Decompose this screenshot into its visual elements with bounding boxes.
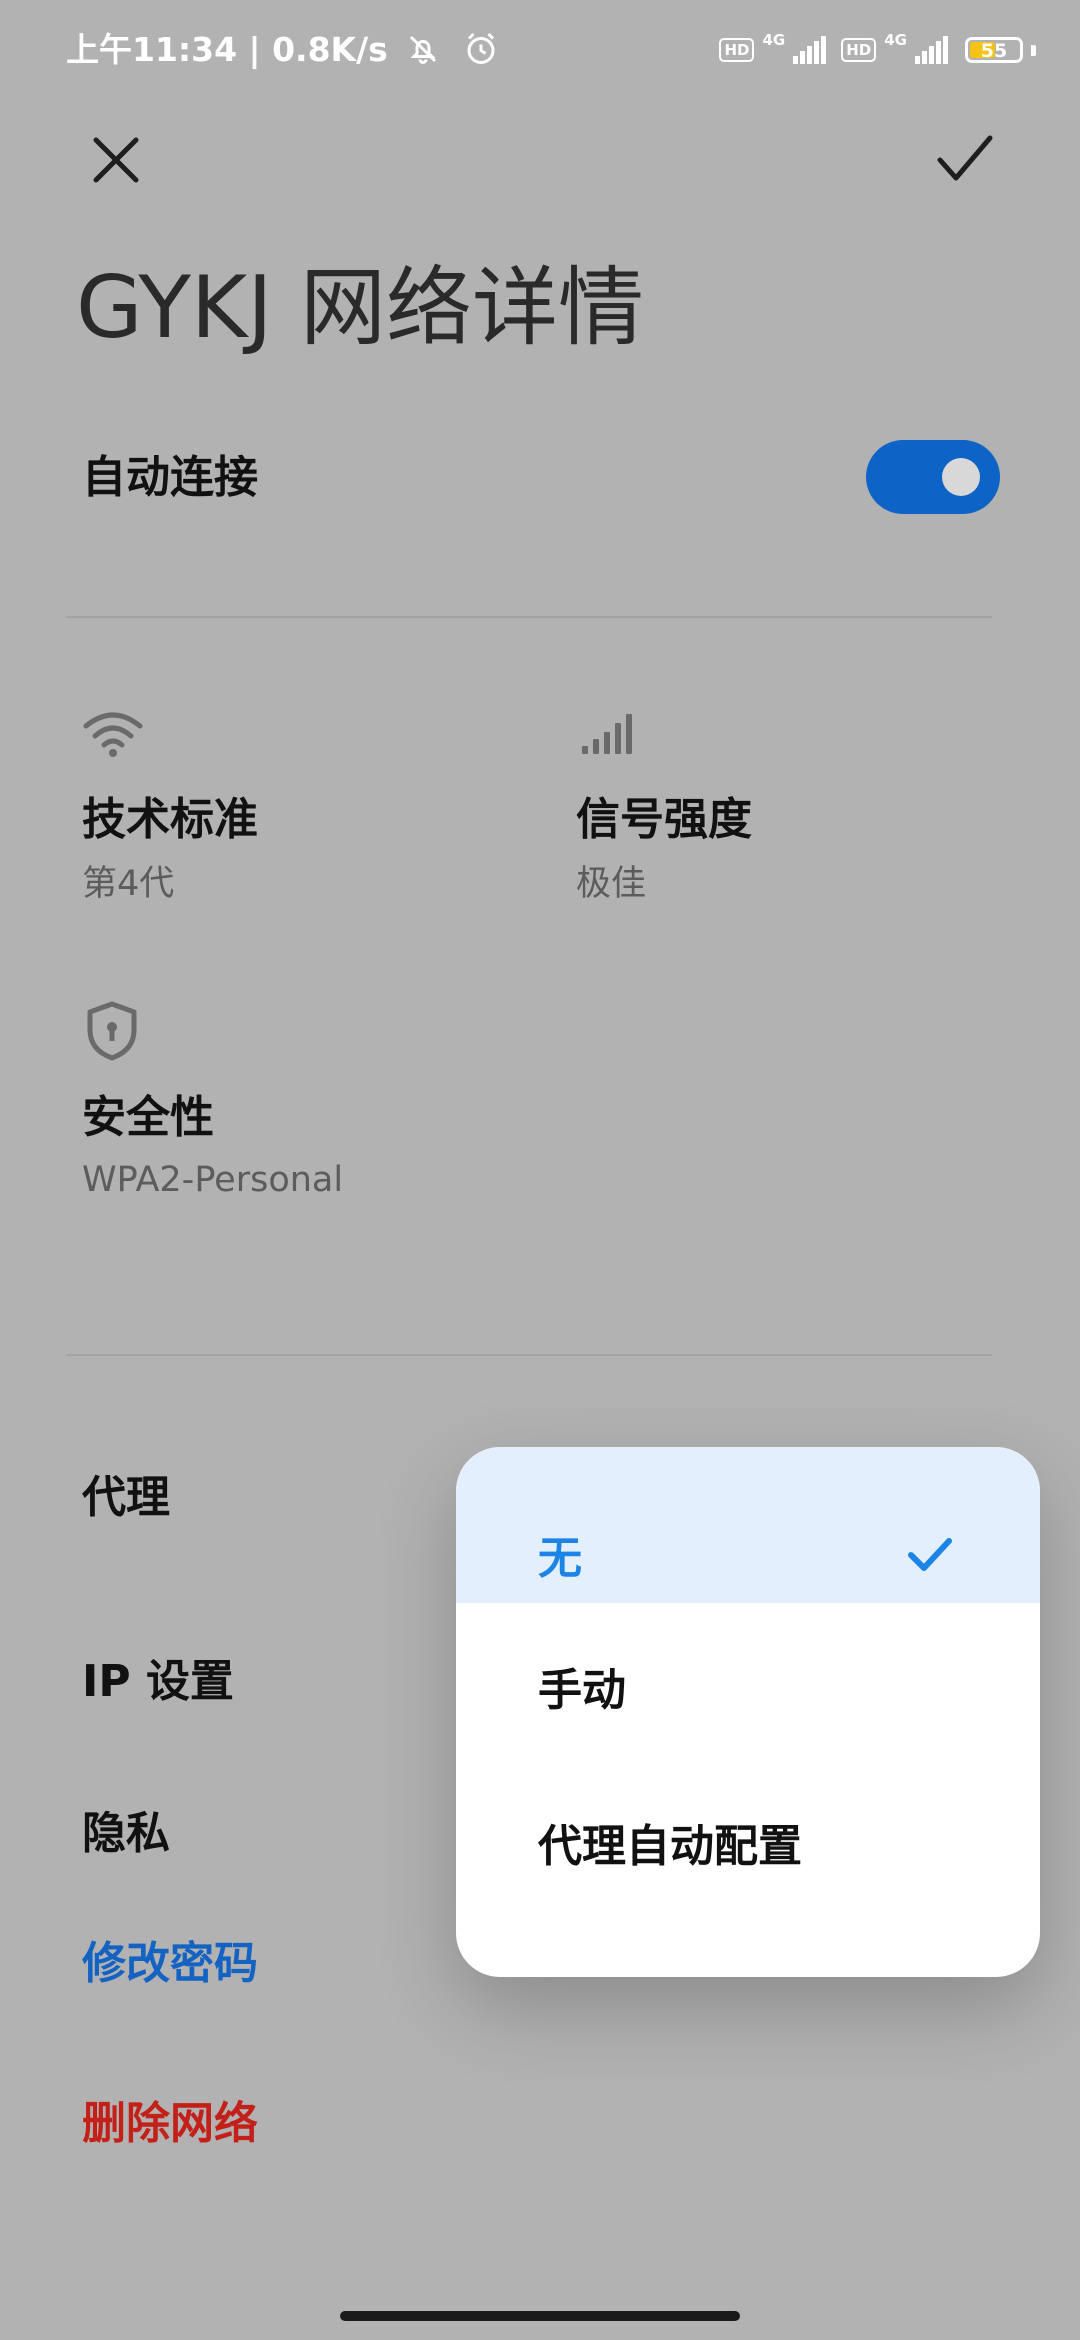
proxy-setting[interactable]: 代理 [82,1470,170,1526]
signal-icon-2 [915,36,948,64]
auto-connect-label: 自动连接 [82,452,258,503]
status-time: 上午11:34 | 0.8K/s [66,28,499,72]
detail-value-tech: 第4代 [82,864,175,904]
proxy-option-none[interactable]: 无 [456,1447,1040,1603]
alarm-icon [467,32,495,64]
change-password-link[interactable]: 修改密码 [82,1936,258,1992]
divider-2 [66,1354,992,1356]
ip-setting[interactable]: IP 设置 [82,1654,234,1710]
shield-lock-icon [87,1001,137,1061]
option-label: 无 [538,1533,582,1584]
signal-strength-icon [582,714,632,754]
wifi-icon [83,712,143,757]
hd-badge-2: HD [841,38,877,62]
home-indicator[interactable] [340,2311,740,2321]
signal-icon [793,36,827,64]
time-speed-text: 上午11:34 | 0.8K/s [66,30,388,69]
hd-badge: HD [719,38,755,62]
confirm-check-icon[interactable] [934,130,996,188]
battery-icon: 55 [965,37,1023,63]
network-type: 4G [762,31,786,49]
proxy-option-pac[interactable]: 代理自动配置 [456,1787,1040,1907]
option-label: 代理自动配置 [538,1821,802,1872]
status-icons: HD 4G HD 4G 55 [719,30,1036,70]
page-title: GYKJ 网络详情 [76,258,644,358]
proxy-option-manual[interactable]: 手动 [456,1633,1040,1753]
delete-network-link[interactable]: 删除网络 [82,2096,258,2152]
battery-percent: 55 [980,40,1008,62]
proxy-dropdown-menu: 无 手动 代理自动配置 [456,1447,1040,1977]
detail-label-signal: 信号强度 [576,794,752,845]
divider [66,616,992,618]
close-icon[interactable] [90,134,142,186]
auto-connect-toggle[interactable] [866,440,1000,514]
toggle-knob [942,458,980,496]
detail-value-signal: 极佳 [576,864,647,904]
detail-label-tech: 技术标准 [82,794,258,845]
privacy-setting[interactable]: 隐私 [82,1806,170,1862]
selected-check-icon [908,1538,952,1571]
bell-off-icon [410,35,437,64]
detail-value-security: WPA2-Personal [82,1160,344,1200]
network-type-2: 4G [884,31,907,49]
detail-label-security: 安全性 [82,1092,214,1143]
option-label: 手动 [538,1665,626,1716]
battery-tip [1031,44,1036,56]
